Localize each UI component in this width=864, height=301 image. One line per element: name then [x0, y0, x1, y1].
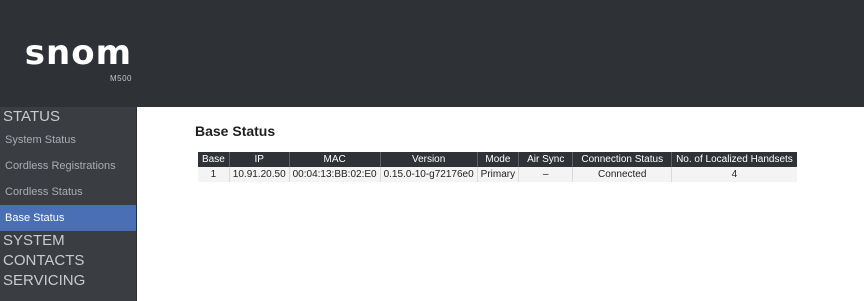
top-header: snom M500: [0, 0, 864, 107]
logo-model: M500: [109, 74, 132, 83]
nav-section-contacts[interactable]: CONTACTS: [0, 251, 136, 271]
cell-air-sync: –: [518, 167, 574, 182]
cell-localized-handsets: 4: [671, 167, 797, 182]
col-mode: Mode: [477, 152, 520, 167]
table-header-row: Base IP MAC Version Mode Air Sync Connec…: [198, 152, 797, 167]
nav-item-cordless-status[interactable]: Cordless Status: [0, 179, 136, 205]
col-base: Base: [198, 152, 230, 167]
main-content: Base Status Base IP MAC Version Mode Air…: [137, 107, 864, 301]
col-localized-handsets: No. of Localized Handsets: [671, 152, 797, 167]
nav-item-system-status[interactable]: System Status: [0, 127, 136, 153]
cell-mac: 00:04:13:BB:02:E0: [289, 167, 381, 182]
table-row: 1 10.91.20.50 00:04:13:BB:02:E0 0.15.0-1…: [198, 167, 797, 182]
nav-section-system[interactable]: SYSTEM: [0, 231, 136, 251]
nav-section-status[interactable]: STATUS: [0, 107, 136, 127]
page-title: Base Status: [195, 123, 276, 139]
nav-item-base-status[interactable]: Base Status: [0, 205, 136, 231]
nav-item-cordless-registrations[interactable]: Cordless Registrations: [0, 153, 136, 179]
cell-version: 0.15.0-10-g72176e0: [380, 167, 478, 182]
col-connection-status: Connection Status: [572, 152, 673, 167]
sidebar-nav: STATUS System Status Cordless Registrati…: [0, 107, 136, 301]
col-version: Version: [380, 152, 478, 167]
col-air-sync: Air Sync: [518, 152, 574, 167]
col-ip: IP: [229, 152, 290, 167]
cell-base: 1: [198, 167, 230, 182]
col-mac: MAC: [289, 152, 381, 167]
nav-section-servicing[interactable]: SERVICING: [0, 271, 136, 291]
snom-logo: snom M500: [0, 0, 136, 107]
cell-mode: Primary: [477, 167, 520, 182]
logo-wordmark: snom: [24, 33, 132, 73]
cell-ip: 10.91.20.50: [229, 167, 290, 182]
cell-connection-status: Connected: [572, 167, 673, 182]
base-status-table: Base IP MAC Version Mode Air Sync Connec…: [198, 152, 797, 182]
